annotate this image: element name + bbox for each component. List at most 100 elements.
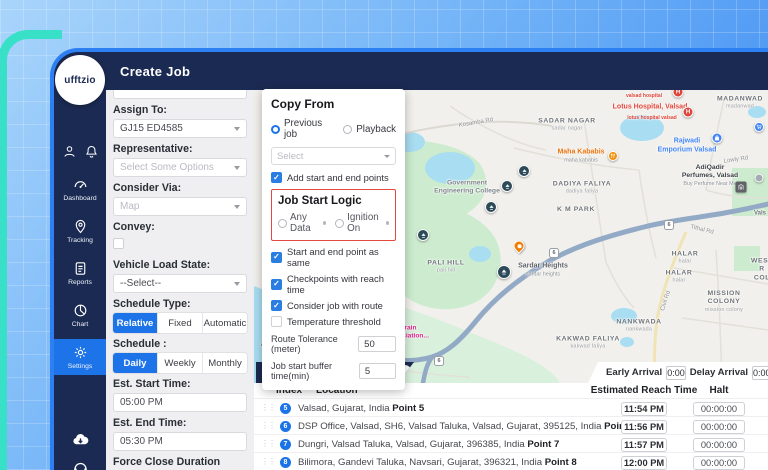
map-marker-bag[interactable] [712, 133, 723, 144]
drag-handle-icon[interactable]: ⋮⋮ [261, 457, 275, 466]
map-marker-checkpoint-big[interactable] [497, 265, 511, 279]
map-poi-sublabel: maha kababis [557, 157, 604, 164]
sidebar-item-chart[interactable]: Chart [54, 297, 106, 333]
location-pin-marker[interactable] [514, 241, 525, 252]
radio-icon[interactable] [278, 219, 287, 228]
copy-from-select[interactable]: Select [271, 147, 396, 165]
map-area-label: SADAR NAGARsadar nagar [538, 117, 596, 132]
pin-dot [517, 244, 521, 248]
copy-source-option[interactable]: Playback [343, 118, 396, 140]
row-reach-time[interactable]: 11:56 PM [621, 420, 667, 434]
row-halt[interactable]: 00:00:00 [693, 438, 745, 452]
clipped-input[interactable] [113, 90, 247, 99]
schedule-daily-button[interactable]: Daily [113, 353, 158, 373]
row-halt[interactable]: 00:00:00 [693, 402, 745, 416]
delay-arrival-input[interactable]: 0:00 [752, 366, 768, 380]
sidebar-item-label: Dashboard [63, 195, 96, 202]
convey-checkbox[interactable] [113, 238, 124, 249]
job-start-logic-option[interactable]: Any Data [278, 212, 326, 234]
checkbox[interactable] [271, 252, 282, 263]
map-marker-checkpoint[interactable] [485, 201, 497, 213]
row-halt[interactable]: 00:00:00 [693, 456, 745, 470]
map-area-label: DADIYA FALIYAdadiya faliya [553, 180, 611, 195]
copy-from-option-row: Checkpoints with reach time [271, 273, 396, 295]
map-area-label: PALI HILLpali hill [427, 259, 464, 274]
map-area-label: K M PARK [557, 206, 595, 214]
brand-logo[interactable]: ufftzio [55, 55, 105, 105]
radio-label: Any Data [290, 212, 320, 234]
row-reach-time[interactable]: 11:57 PM [621, 438, 667, 452]
schedule-type-label: Schedule Type: [113, 298, 247, 310]
map-poi-label: Lotus Hospital, Valsad [613, 104, 688, 113]
radio-icon[interactable] [335, 219, 344, 228]
chart-icon [72, 302, 89, 319]
representative-select[interactable]: Select Some Options [113, 158, 247, 177]
table-row[interactable]: ⋮⋮7Dungri, Valsad Taluka, Valsad, Gujara… [254, 434, 768, 452]
checkbox-label: Start and end point as same [287, 246, 396, 268]
sidebar-item-label: Settings [68, 363, 93, 370]
drag-handle-icon[interactable]: ⋮⋮ [261, 421, 275, 430]
map-marker-checkpoint[interactable] [501, 180, 513, 192]
row-reach-time[interactable]: 11:54 PM [621, 402, 667, 416]
sidebar-item-reports[interactable]: Reports [54, 255, 106, 291]
chevron-down-icon [234, 127, 240, 131]
early-arrival-input[interactable]: 0:00 [666, 366, 686, 380]
map-marker-checkpoint[interactable] [417, 229, 429, 241]
map-marker-gray[interactable] [755, 174, 764, 183]
schedule-type-fixed-button[interactable]: Fixed [158, 313, 203, 333]
table-row[interactable]: ⋮⋮5Valsad, Gujarat, India Point 511:54 P… [254, 398, 768, 416]
map-marker-hospital[interactable]: H [683, 107, 694, 118]
map-road-label: Kosamba Rd [458, 117, 493, 129]
copy-source-option[interactable]: Previous job [271, 118, 332, 140]
schedule-type-relative-button[interactable]: Relative [113, 313, 158, 333]
est-end-input[interactable]: 05:30 PM [113, 432, 247, 451]
user-icon[interactable] [62, 144, 77, 159]
vehicle-load-label: Vehicle Load State: [113, 259, 247, 271]
map-marker-hospital[interactable]: H [673, 90, 684, 98]
map-marker-checkpoint[interactable] [518, 165, 530, 177]
checkbox[interactable] [271, 300, 282, 311]
checkpoints-table: Index Location Estimated Reach Time Halt… [254, 383, 768, 470]
row-index-badge: 8 [280, 457, 291, 468]
map-marker-cart[interactable] [754, 122, 764, 132]
vehicle-load-select[interactable]: --Select-- [113, 274, 247, 293]
consider-via-label: Consider Via: [113, 182, 247, 194]
row-index-badge: 7 [280, 439, 291, 450]
headset-icon[interactable] [71, 458, 90, 470]
row-reach-time[interactable]: 12:00 PM [621, 456, 667, 470]
table-row[interactable]: ⋮⋮8Bilimora, Gandevi Taluka, Navsari, Gu… [254, 452, 768, 470]
consider-via-select[interactable]: Map [113, 197, 247, 216]
reports-icon [72, 260, 89, 277]
job-start-logic-option[interactable]: Ignition On [335, 212, 389, 234]
est-start-input[interactable]: 05:00 PM [113, 393, 247, 412]
assign-to-select[interactable]: GJ15 ED4585 [113, 119, 247, 138]
sidebar: Dashboard Tracking Reports Chart Settings [54, 90, 106, 470]
map-area-label: NANKWADAnankwada [616, 318, 661, 333]
drag-handle-icon[interactable]: ⋮⋮ [261, 403, 275, 412]
checkbox[interactable] [271, 316, 282, 327]
schedule-weekly-button[interactable]: Weekly [158, 353, 203, 373]
checkbox[interactable] [271, 279, 282, 290]
building-icon[interactable] [736, 182, 747, 193]
cloud-download-icon[interactable] [71, 430, 90, 449]
map-marker-food[interactable] [608, 151, 618, 161]
sidebar-item-settings[interactable]: Settings [54, 339, 106, 375]
route-tolerance-input[interactable]: 50 [358, 336, 396, 352]
radio-icon[interactable] [343, 125, 352, 134]
radio-icon[interactable] [271, 125, 280, 134]
bell-icon[interactable] [84, 144, 99, 159]
sidebar-item-dashboard[interactable]: Dashboard [54, 171, 106, 207]
buffer-time-row: Job start buffer time(min) 5 [271, 361, 396, 381]
drag-handle-icon[interactable]: ⋮⋮ [261, 439, 275, 448]
row-location: DSP Office, Valsad, SH6, Valsad Taluka, … [298, 421, 636, 432]
buffer-time-input[interactable]: 5 [359, 363, 396, 379]
table-row[interactable]: ⋮⋮6DSP Office, Valsad, SH6, Valsad Taluk… [254, 416, 768, 434]
add-points-checkbox[interactable] [271, 172, 282, 183]
schedule-monthly-button[interactable]: Monthly [203, 353, 247, 373]
schedule-type-automatic-button[interactable]: Automatic [203, 313, 247, 333]
info-dot-icon [323, 221, 326, 225]
row-halt[interactable]: 00:00:00 [693, 420, 745, 434]
sidebar-item-tracking[interactable]: Tracking [54, 213, 106, 249]
checkbox-label: Checkpoints with reach time [287, 273, 396, 295]
checkbox-label: Temperature threshold [287, 316, 381, 327]
